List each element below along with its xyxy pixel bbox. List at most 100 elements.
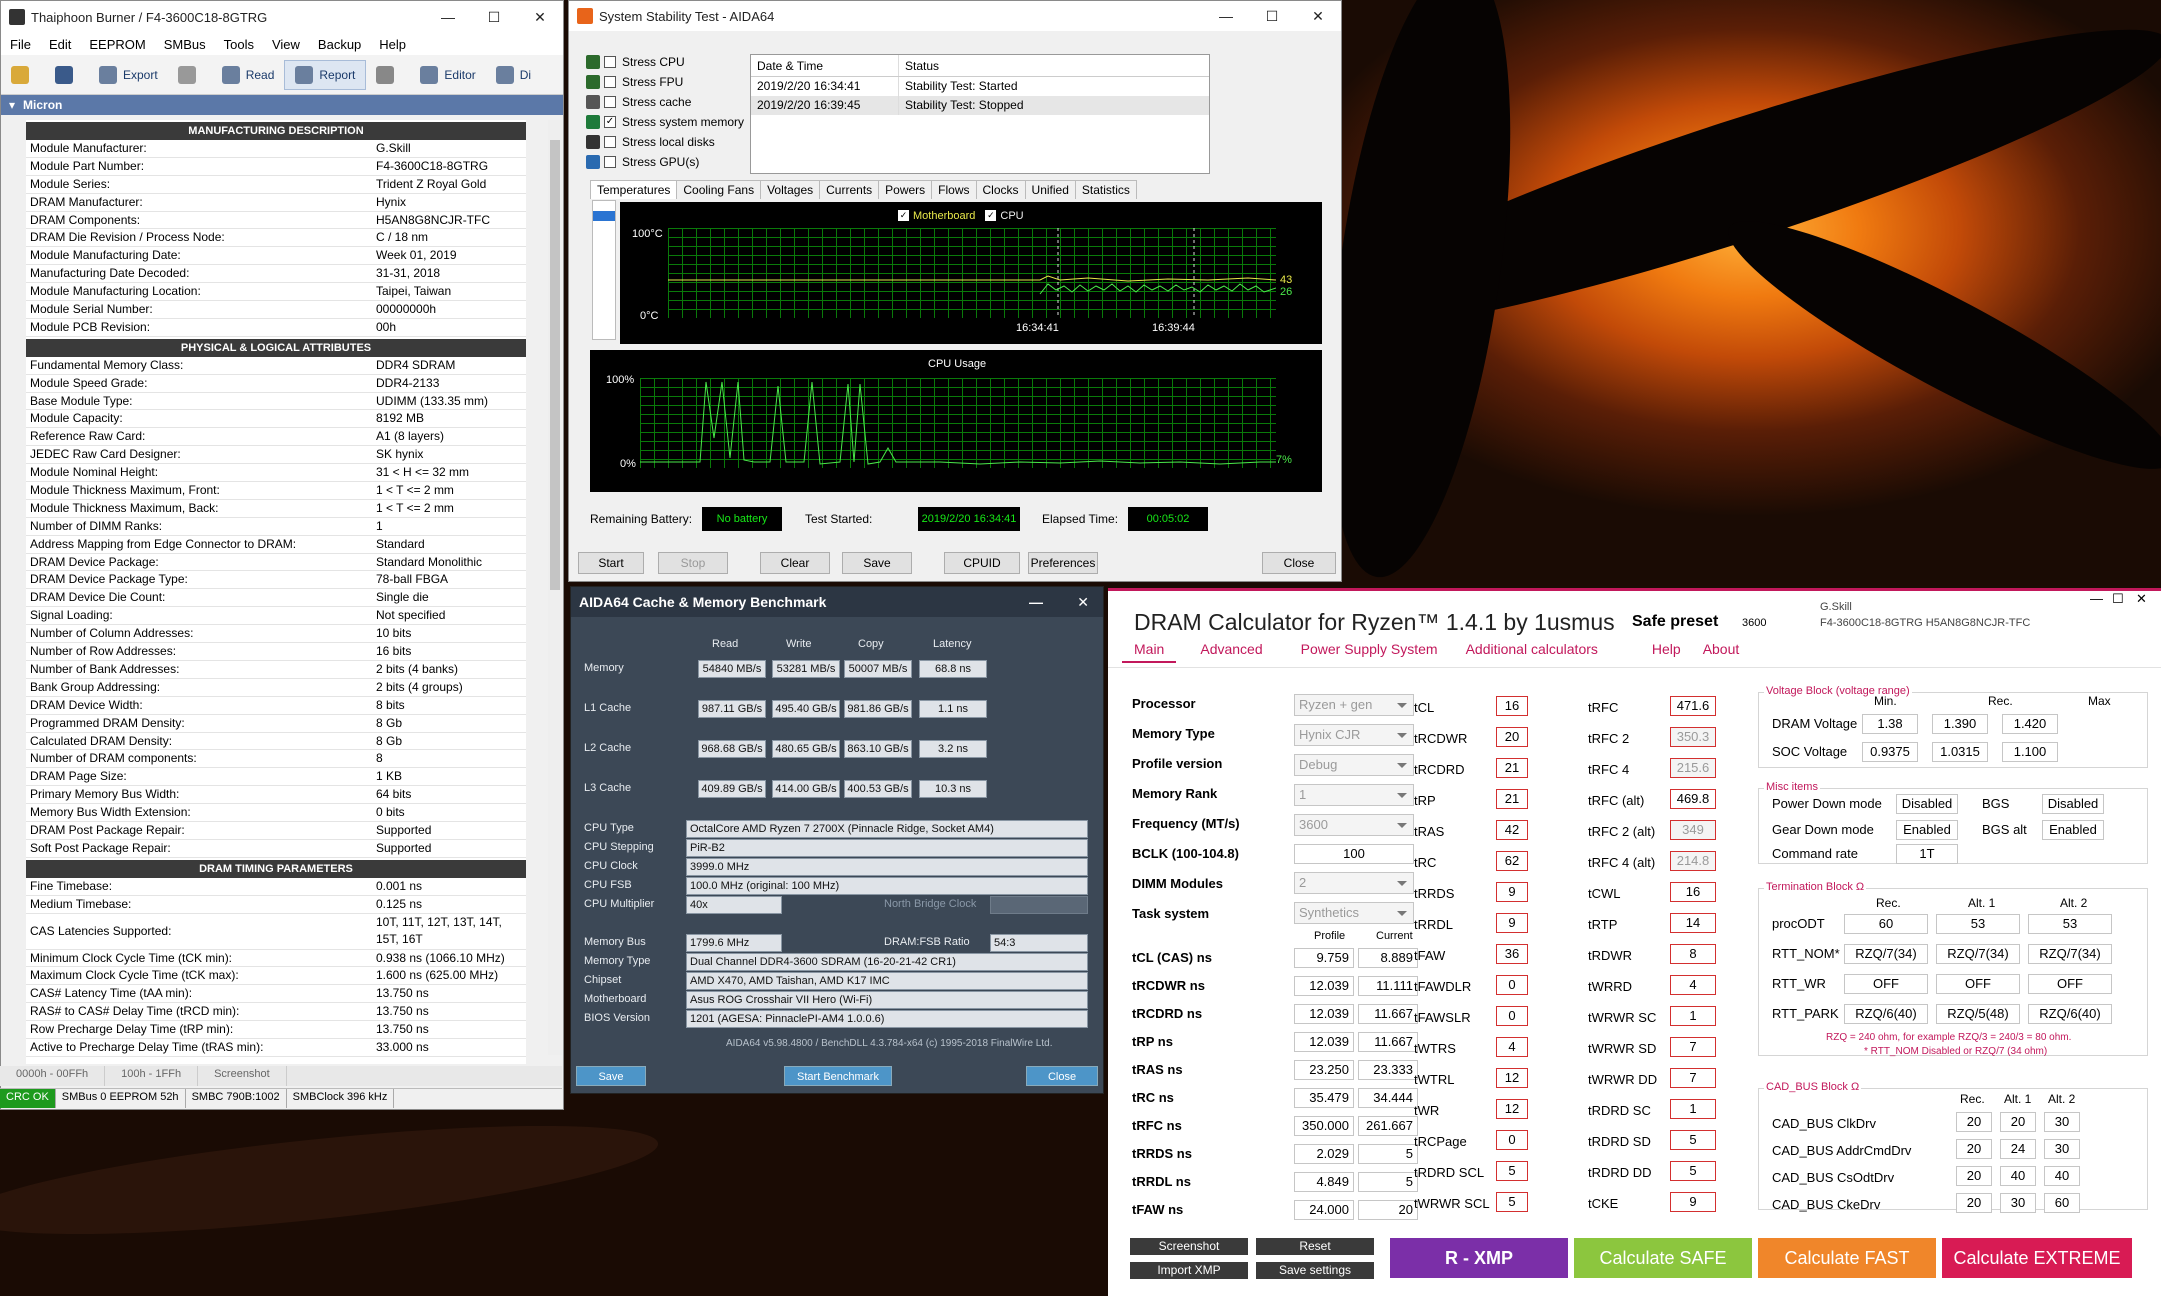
setting-dropdown[interactable]: Debug: [1294, 754, 1414, 776]
tab-0000h[interactable]: 0000h - 00FFh: [0, 1066, 106, 1086]
menu-help[interactable]: Help: [370, 37, 415, 52]
spd-key: Minimum Clock Cycle Time (tCK min):: [30, 950, 233, 965]
module-band[interactable]: ▾ Micron: [1, 95, 563, 115]
maximize-icon[interactable]: ☐: [471, 1, 517, 33]
tab-screenshot[interactable]: Screenshot: [198, 1066, 287, 1086]
tab-100h[interactable]: 100h - 1FFh: [105, 1066, 199, 1086]
tools-button[interactable]: [366, 65, 410, 84]
tab-currents[interactable]: Currents: [819, 180, 880, 199]
log-row[interactable]: 2019/2/20 16:39:45 Stability Test: Stoppe…: [751, 96, 1209, 115]
export-button[interactable]: Export: [89, 65, 168, 84]
stress-checkbox[interactable]: [604, 56, 616, 68]
thaiphoon-titlebar[interactable]: Thaiphoon Burner / F4-3600C18-8GTRG — ☐ …: [1, 1, 563, 33]
scroll-thumb[interactable]: [550, 140, 560, 590]
nav-additional[interactable]: Additional calculators: [1452, 641, 1612, 663]
menu-edit[interactable]: Edit: [40, 37, 80, 52]
lock-button[interactable]: [168, 65, 212, 84]
bench-close-button[interactable]: Close: [1026, 1066, 1098, 1086]
bench-result-field: 53281 MB/s: [772, 660, 840, 678]
benchmark-titlebar[interactable]: AIDA64 Cache & Memory Benchmark — ✕: [571, 587, 1103, 617]
sensor-tree[interactable]: [592, 200, 616, 340]
stability-titlebar[interactable]: System Stability Test - AIDA64 — ☐ ✕: [569, 1, 1341, 31]
bench-save-button[interactable]: Save: [576, 1066, 646, 1086]
stress-checkbox[interactable]: ✓: [604, 116, 616, 128]
timing-value: 62: [1496, 851, 1528, 871]
spd-row: Active to Precharge Delay Time (tRAS min…: [26, 1039, 526, 1057]
menu-eeprom[interactable]: EEPROM: [80, 37, 154, 52]
calculate-fast-button[interactable]: Calculate FAST: [1758, 1238, 1936, 1278]
menu-file[interactable]: File: [1, 37, 40, 52]
minimize-icon[interactable]: —: [425, 1, 471, 33]
nav-about[interactable]: About: [1695, 641, 1748, 663]
menu-view[interactable]: View: [263, 37, 309, 52]
log-row[interactable]: 2019/2/20 16:34:41 Stability Test: Starte…: [751, 77, 1209, 96]
setting-dropdown[interactable]: 3600: [1294, 814, 1414, 836]
close-icon[interactable]: ✕: [517, 1, 563, 33]
stress-option: Stress FPU: [586, 72, 746, 92]
editor-button[interactable]: Editor: [410, 65, 485, 84]
nav-help[interactable]: Help: [1612, 641, 1695, 663]
tab-cooling-fans[interactable]: Cooling Fans: [676, 180, 762, 199]
tab-voltages[interactable]: Voltages: [760, 180, 821, 199]
cpu-checkbox[interactable]: ✓: [985, 210, 997, 221]
calculate-extreme-button[interactable]: Calculate EXTREME: [1942, 1238, 2132, 1278]
legend-motherboard: Motherboard: [913, 210, 976, 222]
calculate-safe-button[interactable]: Calculate SAFE: [1574, 1238, 1752, 1278]
setting-dropdown[interactable]: 1: [1294, 784, 1414, 806]
setting-dropdown[interactable]: Ryzen + gen: [1294, 694, 1414, 716]
dimm-dropdown[interactable]: 2: [1294, 872, 1414, 894]
start-benchmark-button[interactable]: Start Benchmark: [784, 1066, 892, 1086]
task-dropdown[interactable]: Synthetics: [1294, 902, 1414, 924]
close-icon[interactable]: ✕: [1295, 1, 1341, 32]
stress-checkbox[interactable]: [604, 156, 616, 168]
save-settings-button[interactable]: Save settings: [1256, 1262, 1374, 1279]
save-button[interactable]: [45, 65, 89, 84]
close-icon[interactable]: ✕: [1077, 587, 1089, 617]
open-button[interactable]: [1, 65, 45, 84]
tab-unified[interactable]: Unified: [1024, 180, 1076, 199]
close-button[interactable]: Close: [1262, 552, 1336, 574]
mb-checkbox[interactable]: ✓: [898, 210, 909, 221]
bench-info-label: BIOS Version: [584, 1012, 651, 1024]
tab-powers[interactable]: Powers: [878, 180, 933, 199]
minimize-icon[interactable]: —: [2090, 591, 2103, 606]
clear-button[interactable]: Clear: [760, 552, 830, 574]
menu-tools[interactable]: Tools: [215, 37, 263, 52]
bclk-field[interactable]: 100: [1294, 844, 1414, 864]
start-button[interactable]: Start: [578, 552, 644, 574]
stop-button[interactable]: Stop: [658, 552, 728, 574]
maximize-icon[interactable]: ☐: [2112, 591, 2124, 607]
term-col-header: Alt. 1: [1968, 896, 1996, 910]
nav-advanced[interactable]: Advanced: [1176, 641, 1286, 663]
read-button[interactable]: Read: [212, 65, 285, 84]
tab-flows[interactable]: Flows: [931, 180, 977, 199]
minimize-icon[interactable]: —: [1203, 1, 1249, 32]
import-xmp-button[interactable]: Import XMP: [1130, 1262, 1248, 1279]
close-icon[interactable]: ✕: [2136, 591, 2147, 607]
r-xmp-button[interactable]: R - XMP: [1390, 1238, 1568, 1278]
spd-value: 13.750 ns: [376, 986, 429, 1001]
stress-checkbox[interactable]: [604, 76, 616, 88]
tab-temperatures[interactable]: Temperatures: [590, 180, 678, 199]
setting-dropdown[interactable]: Hynix CJR: [1294, 724, 1414, 746]
menu-backup[interactable]: Backup: [309, 37, 370, 52]
menu-smbus[interactable]: SMBus: [155, 37, 215, 52]
stress-checkbox[interactable]: [604, 96, 616, 108]
maximize-icon[interactable]: ☐: [1249, 1, 1295, 32]
report-button[interactable]: Report: [284, 59, 367, 90]
save-button[interactable]: Save: [842, 552, 912, 574]
tab-statistics[interactable]: Statistics: [1074, 180, 1137, 199]
stress-checkbox[interactable]: [604, 136, 616, 148]
spd-value: 10T, 11T, 12T, 13T, 14T, 15T, 16T: [376, 915, 502, 947]
dump-button[interactable]: Di: [486, 65, 541, 84]
report-scrollbar[interactable]: [548, 120, 562, 1055]
reset-button[interactable]: Reset: [1256, 1238, 1374, 1255]
timing-value: 215.6: [1670, 758, 1716, 778]
screenshot-button[interactable]: Screenshot: [1130, 1238, 1248, 1255]
minimize-icon[interactable]: —: [1029, 587, 1043, 617]
preferences-button[interactable]: Preferences: [1028, 552, 1098, 574]
tab-clocks[interactable]: Clocks: [975, 180, 1026, 199]
nav-power-supply[interactable]: Power Supply System: [1287, 641, 1452, 663]
nav-main[interactable]: Main: [1122, 641, 1177, 663]
cpuid-button[interactable]: CPUID: [944, 552, 1020, 574]
